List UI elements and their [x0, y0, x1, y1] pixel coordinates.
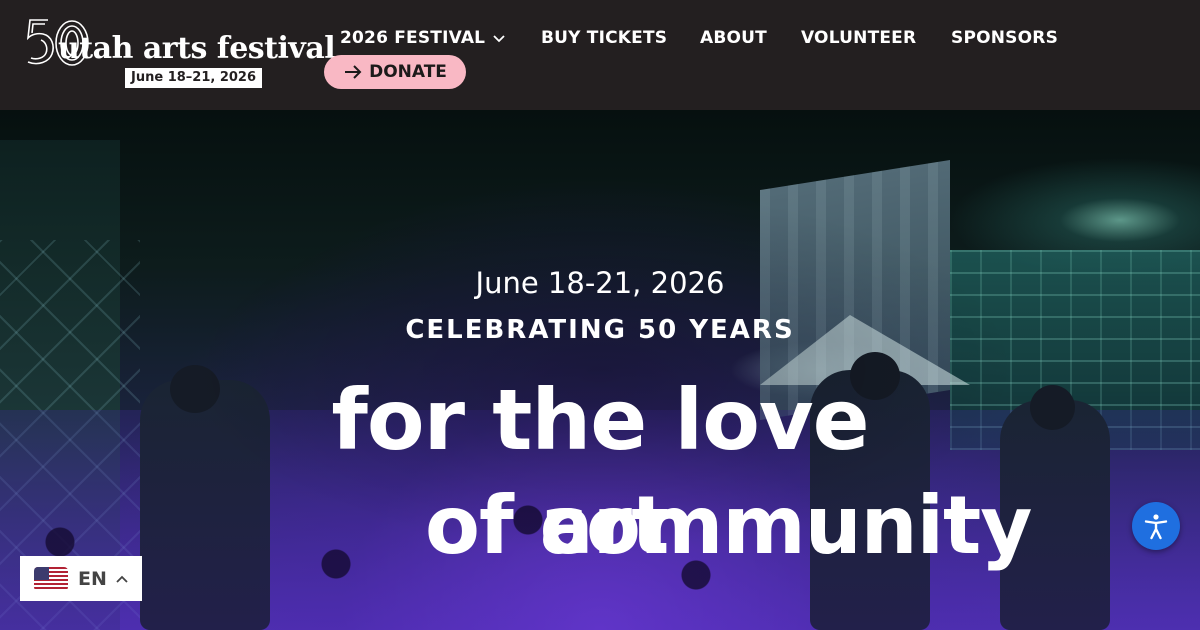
- nav-item-label: 2026 FESTIVAL: [340, 28, 486, 48]
- accessibility-button[interactable]: [1132, 502, 1180, 550]
- nav-item-about[interactable]: ABOUT: [700, 26, 767, 50]
- hero-headline-prefix: of: [425, 479, 514, 572]
- language-selector[interactable]: EN: [20, 556, 142, 601]
- nav-item-label: BUY TICKETS: [541, 28, 668, 48]
- chevron-up-icon: [116, 575, 128, 583]
- hero-headline-line1: for the love: [331, 371, 869, 469]
- logo-date-badge: June 18–21, 2026: [125, 68, 263, 88]
- rotating-words: art community: [540, 478, 1100, 574]
- nav-item-sponsors[interactable]: SPONSORS: [951, 26, 1058, 50]
- site-logo[interactable]: utah arts festival June 18–21, 2026: [22, 16, 336, 94]
- donate-button[interactable]: DONATE: [324, 55, 466, 89]
- chevron-down-icon: [493, 35, 505, 43]
- site-header: utah arts festival June 18–21, 2026 2026…: [0, 0, 1200, 110]
- hero-headline-line2: of art community: [425, 478, 1100, 574]
- hero-subtitle: CELEBRATING 50 YEARS: [405, 315, 795, 345]
- language-code: EN: [78, 567, 107, 590]
- nav-item-buy-tickets[interactable]: BUY TICKETS: [541, 26, 667, 50]
- nav-item-label: VOLUNTEER: [801, 28, 917, 48]
- rotating-word-community: community: [539, 479, 1033, 572]
- us-flag-icon: [34, 566, 68, 591]
- accessibility-icon: [1144, 514, 1168, 540]
- nav-item-label: SPONSORS: [951, 28, 1059, 48]
- nav-item-2026-festival[interactable]: 2026 FESTIVAL: [340, 26, 507, 50]
- hero-banner: June 18-21, 2026 CELEBRATING 50 YEARS fo…: [0, 110, 1200, 630]
- hero-date: June 18-21, 2026: [475, 266, 725, 300]
- arrow-right-icon: [345, 65, 362, 79]
- logo-wordmark: utah arts festival: [58, 31, 336, 66]
- donate-label: DONATE: [369, 62, 447, 82]
- nav-item-volunteer[interactable]: VOLUNTEER: [801, 26, 916, 50]
- nav-item-label: ABOUT: [700, 28, 767, 48]
